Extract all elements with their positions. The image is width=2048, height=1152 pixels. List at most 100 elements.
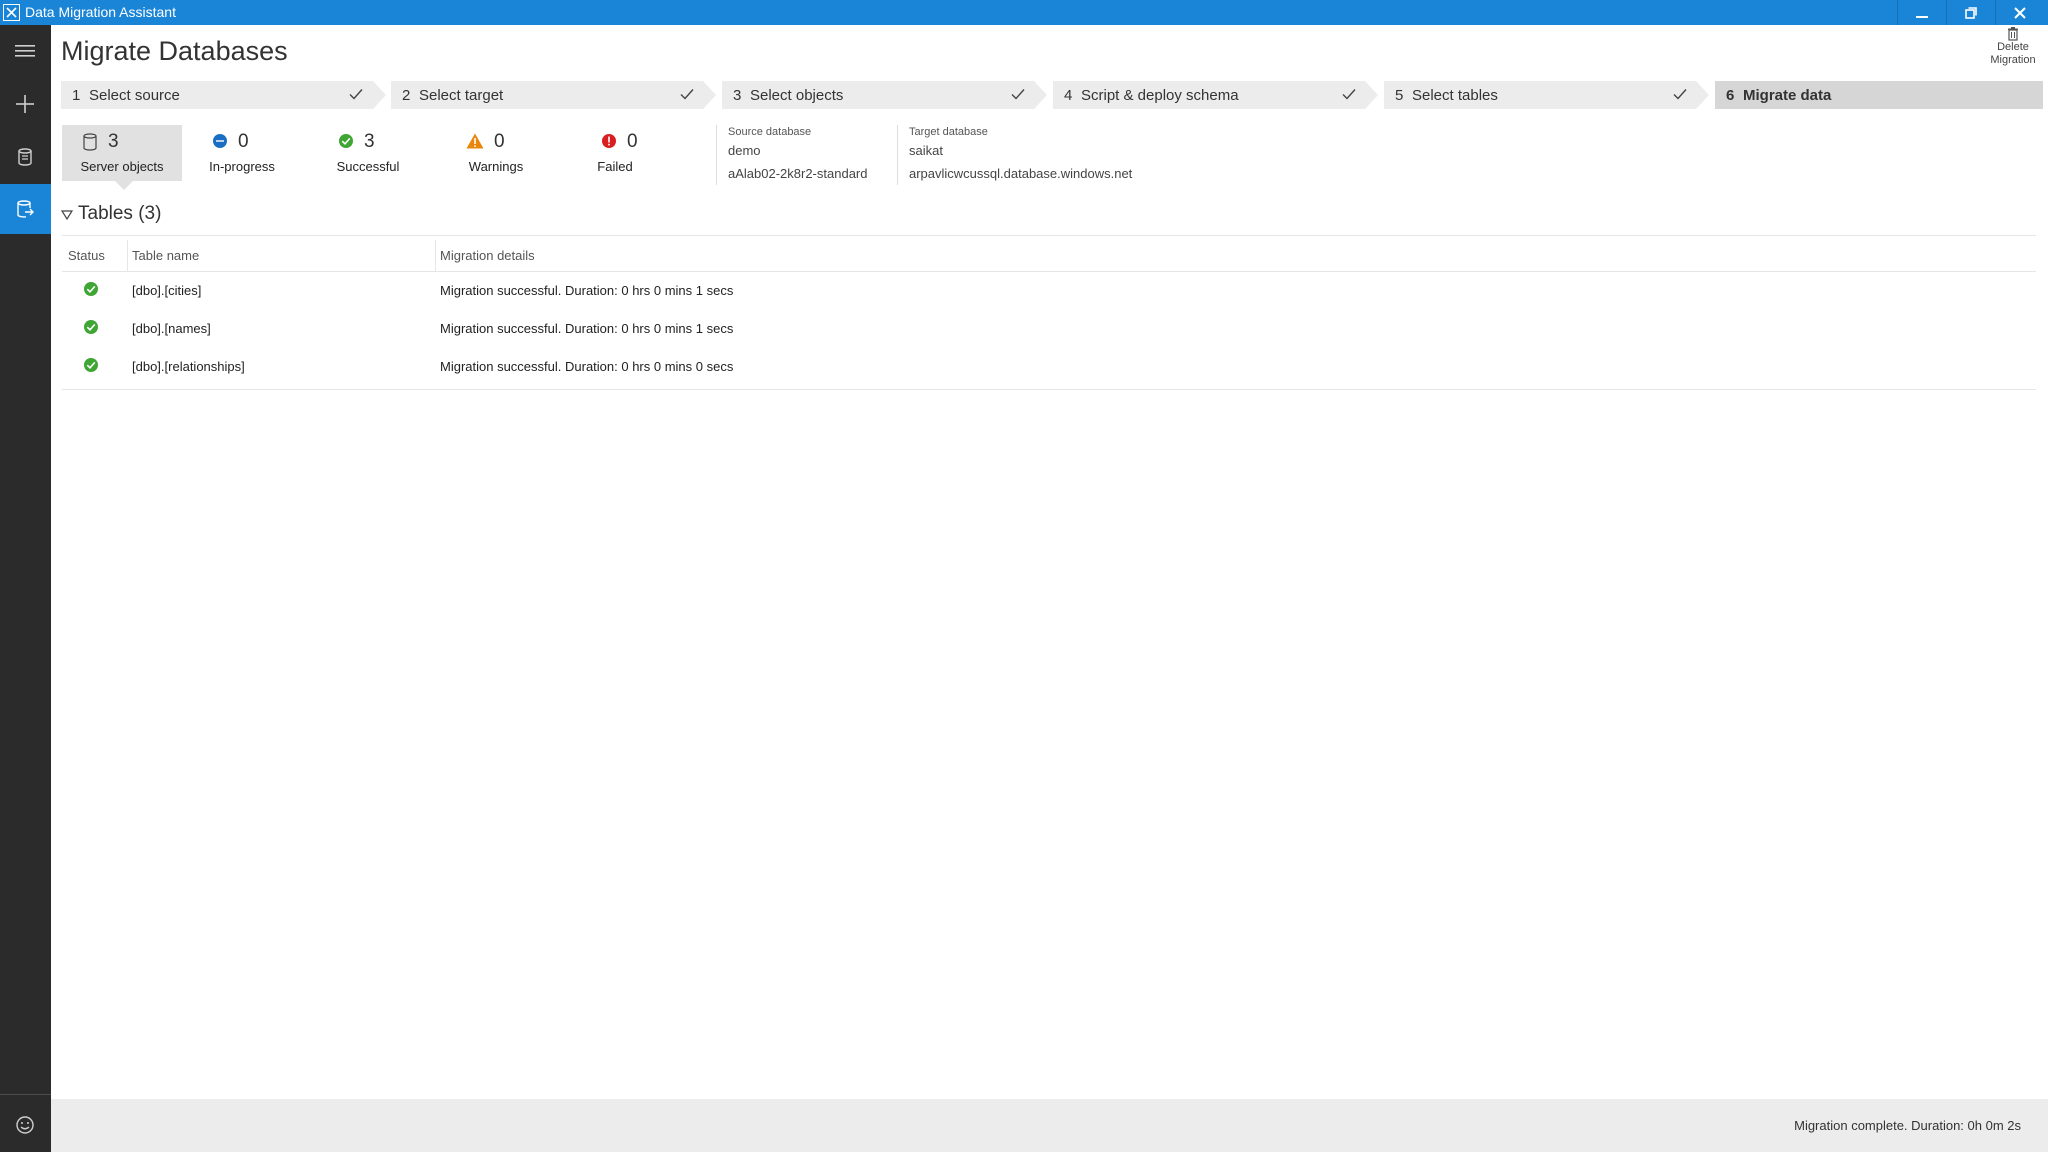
table-name: [dbo].[cities] [132, 283, 202, 298]
target-database-name: saikat [909, 143, 943, 158]
feedback-button[interactable] [0, 1100, 51, 1150]
migration-details: Migration successful. Duration: 0 hrs 0 … [440, 321, 734, 336]
left-nav-rail [0, 25, 51, 1152]
server-objects-label: Server objects [80, 159, 164, 174]
window-title: Data Migration Assistant [25, 4, 176, 20]
wizard-steps: 1 Select source 2 Select target 3 Select… [61, 81, 2043, 109]
grid-header: Status Table name Migration details [62, 240, 2036, 272]
migration-details: Migration successful. Duration: 0 hrs 0 … [440, 283, 734, 298]
step-label: Select tables [1412, 87, 1498, 104]
selected-pointer [115, 181, 133, 190]
error-icon [602, 134, 616, 148]
delete-migration-label-line1: Delete [1997, 41, 2029, 53]
success-check-icon [84, 282, 98, 296]
step-number: 3 [733, 87, 742, 104]
close-button[interactable] [1995, 0, 2043, 25]
server-objects-icon [83, 133, 97, 151]
step-number: 6 [1726, 87, 1735, 104]
new-project-button[interactable] [0, 79, 51, 129]
step-number: 1 [72, 87, 81, 104]
restore-icon [1965, 7, 1977, 19]
step-select-tables[interactable]: 5 Select tables [1384, 81, 1711, 109]
source-database-info: Source database demo aAlab02-2k8r2-stand… [716, 125, 896, 185]
step-migrate-data[interactable]: 6 Migrate data [1715, 81, 2043, 109]
feedback-smiley-icon [16, 1116, 34, 1134]
app-logo-icon [3, 4, 20, 21]
step-number: 5 [1395, 87, 1404, 104]
table-row[interactable]: [dbo].[relationships] Migration successf… [62, 348, 2036, 386]
migration-icon [17, 200, 34, 218]
in-progress-stat[interactable]: 0 In-progress [192, 125, 292, 181]
failed-label: Failed [597, 159, 633, 174]
step-select-target[interactable]: 2 Select target [391, 81, 718, 109]
status-bar: Migration complete. Duration: 0h 0m 2s [51, 1099, 2048, 1152]
close-icon [2014, 7, 2026, 19]
table-row[interactable]: [dbo].[cities] Migration successful. Dur… [62, 272, 2036, 310]
table-row[interactable]: [dbo].[names] Migration successful. Dura… [62, 310, 2036, 348]
title-bar: Data Migration Assistant [0, 0, 2048, 25]
successful-stat[interactable]: 3 Successful [318, 125, 418, 181]
trash-icon [2008, 27, 2018, 41]
step-script-deploy-schema[interactable]: 4 Script & deploy schema [1053, 81, 1380, 109]
checkmark-icon [349, 89, 363, 100]
step-select-objects[interactable]: 3 Select objects [722, 81, 1049, 109]
warning-icon [466, 133, 484, 149]
warnings-count: 0 [494, 131, 505, 152]
failed-count: 0 [627, 131, 638, 152]
table-name: [dbo].[names] [132, 321, 211, 336]
delete-migration-label-line2: Migration [1990, 54, 2036, 66]
step-label: Script & deploy schema [1081, 87, 1239, 104]
checkmark-icon [1342, 89, 1356, 100]
column-header-migration-details[interactable]: Migration details [440, 248, 535, 263]
source-database-name: demo [728, 143, 761, 158]
rail-divider [0, 1094, 51, 1095]
step-number: 4 [1064, 87, 1073, 104]
target-database-caption: Target database [909, 126, 988, 138]
successful-count: 3 [364, 131, 375, 152]
checkmark-icon [1011, 89, 1025, 100]
table-name: [dbo].[relationships] [132, 359, 245, 374]
step-select-source[interactable]: 1 Select source [61, 81, 388, 109]
section-divider [62, 235, 2036, 236]
migration-nav-button[interactable] [0, 184, 51, 234]
collapse-triangle-icon [61, 210, 73, 220]
database-icon [18, 148, 32, 166]
column-header-status[interactable]: Status [68, 248, 105, 263]
in-progress-count: 0 [238, 131, 249, 152]
step-label: Select objects [750, 87, 844, 104]
warnings-stat[interactable]: 0 Warnings [446, 125, 546, 181]
in-progress-icon [213, 134, 227, 148]
hamburger-menu-icon [15, 45, 35, 57]
server-objects-stat[interactable]: 3 Server objects [62, 125, 182, 190]
in-progress-label: In-progress [209, 159, 275, 174]
source-server-name: aAlab02-2k8r2-standard [728, 166, 868, 181]
minimize-icon [1916, 16, 1928, 18]
tables-grid: Status Table name Migration details [dbo… [62, 240, 2036, 386]
hamburger-menu-button[interactable] [0, 26, 51, 76]
target-database-info: Target database saikat arpavlicwcussql.d… [897, 125, 1157, 185]
grid-bottom-divider [62, 389, 2036, 390]
failed-stat[interactable]: 0 Failed [565, 125, 665, 181]
tables-section-title: Tables (3) [78, 203, 162, 224]
restore-button[interactable] [1946, 0, 1994, 25]
success-check-icon [84, 320, 98, 334]
success-check-icon [339, 134, 353, 148]
server-objects-count: 3 [108, 131, 119, 152]
page-title: Migrate Databases [61, 36, 288, 66]
column-header-table-name[interactable]: Table name [132, 248, 199, 263]
assessment-nav-button[interactable] [0, 132, 51, 182]
minimize-button[interactable] [1897, 0, 1945, 25]
step-number: 2 [402, 87, 411, 104]
migration-summary: 3 Server objects 0 In-progress 3 Success… [62, 125, 1162, 195]
success-check-icon [84, 358, 98, 372]
checkmark-icon [1673, 89, 1687, 100]
target-server-name: arpavlicwcussql.database.windows.net [909, 166, 1133, 181]
successful-label: Successful [336, 159, 400, 174]
source-database-caption: Source database [728, 126, 812, 138]
migration-details: Migration successful. Duration: 0 hrs 0 … [440, 359, 734, 374]
step-label: Select source [89, 87, 180, 104]
step-label: Select target [419, 87, 504, 104]
delete-migration-button[interactable]: Delete Migration [1986, 27, 2040, 75]
step-label: Migrate data [1743, 87, 1832, 104]
migration-status-text: Migration complete. Duration: 0h 0m 2s [1794, 1118, 2021, 1133]
